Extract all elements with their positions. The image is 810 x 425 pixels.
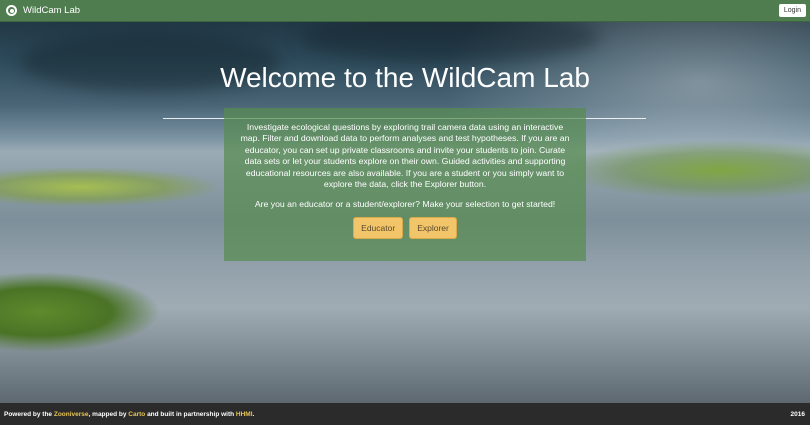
page-title: Welcome to the WildCam Lab <box>220 62 590 93</box>
role-selection: Educator Explorer <box>236 217 574 240</box>
brand-name: WildCam Lab <box>23 5 81 16</box>
intro-panel: Investigate ecological questions by expl… <box>224 108 586 261</box>
footer: Powered by the Zooniverse, mapped by Car… <box>0 403 810 425</box>
hero-section: Welcome to the WildCam Lab Investigate e… <box>0 22 810 403</box>
carto-link[interactable]: Carto <box>128 411 145 418</box>
login-button[interactable]: Login <box>778 4 806 17</box>
footer-powered-text: Powered by the <box>4 410 54 418</box>
hhmi-link[interactable]: HHMI <box>236 411 253 418</box>
cloud-decoration <box>300 22 600 62</box>
footer-credits: Powered by the Zooniverse, mapped by Car… <box>4 411 254 418</box>
intro-description: Investigate ecological questions by expl… <box>240 122 570 190</box>
selection-prompt: Are you an educator or a student/explore… <box>254 199 556 210</box>
footer-period: . <box>252 410 255 418</box>
zooniverse-link[interactable]: Zooniverse <box>54 411 89 418</box>
educator-button[interactable]: Educator <box>353 217 404 240</box>
footer-mapped-text: , mapped by <box>88 410 129 418</box>
explorer-button[interactable]: Explorer <box>409 217 457 240</box>
wildcam-logo-icon <box>6 5 17 16</box>
brand-home-link[interactable]: WildCam Lab <box>6 5 80 16</box>
footer-year: 2016 <box>790 410 805 418</box>
top-navbar: WildCam Lab Login <box>0 0 810 22</box>
footer-built-text: and built in partnership with <box>145 410 236 418</box>
